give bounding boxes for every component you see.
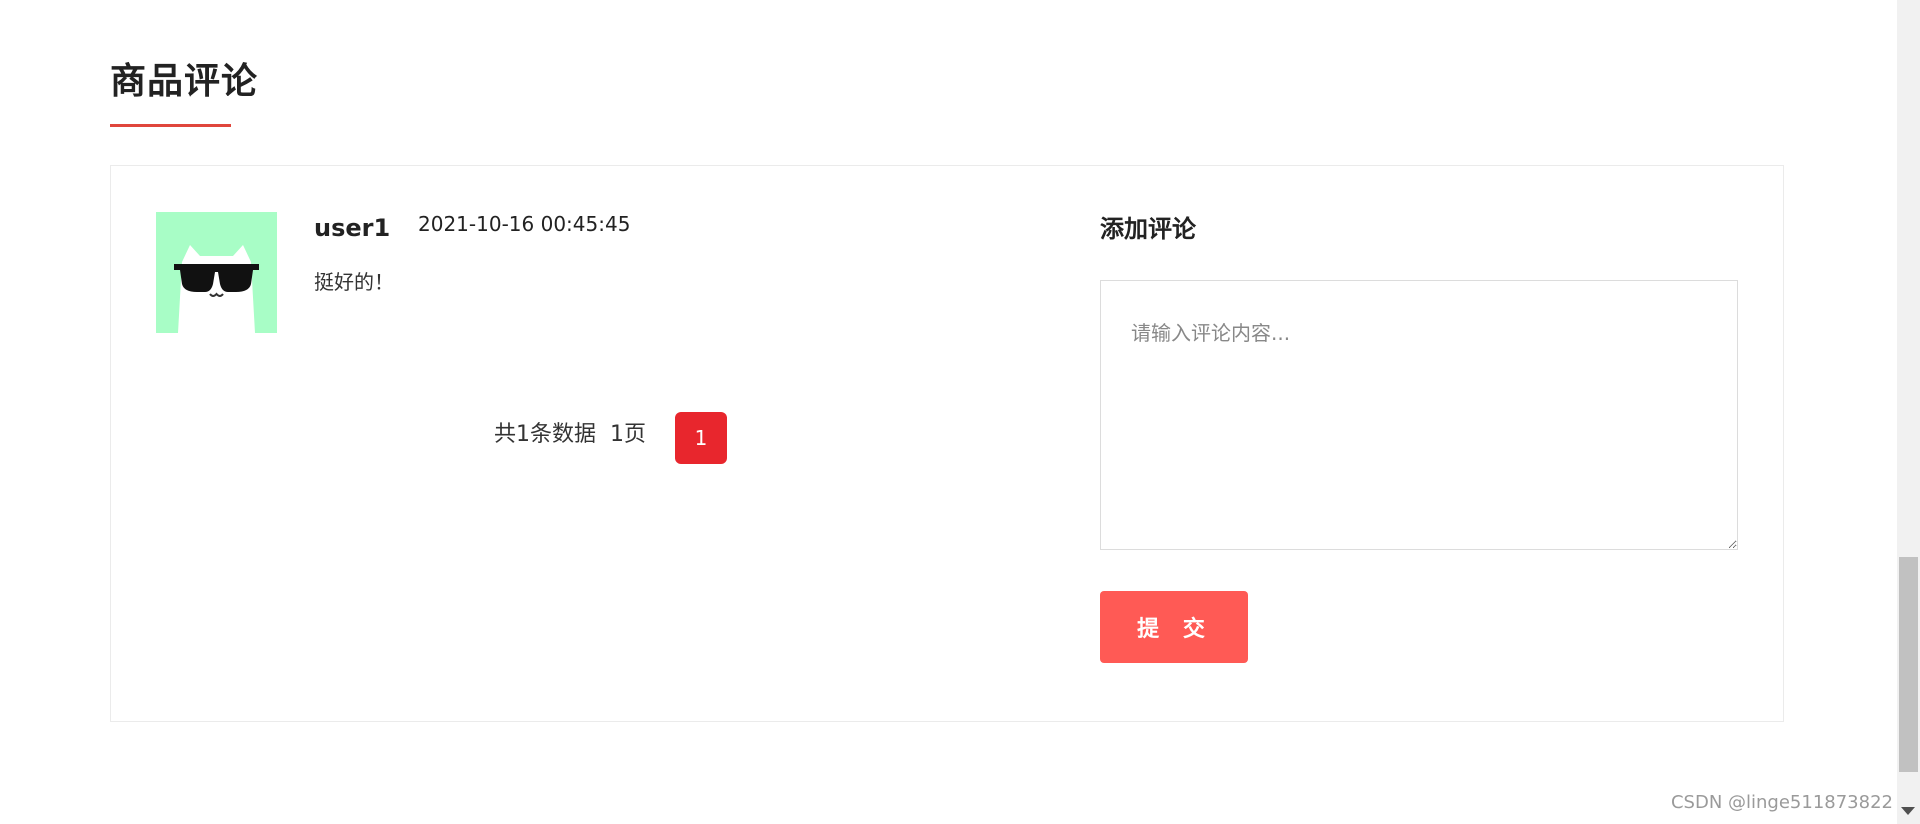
pagination-total: 共1条数据 [494,422,596,447]
scrollbar-thumb[interactable] [1899,557,1918,772]
comment-username: user1 [314,214,391,242]
scroll-down-arrow-icon[interactable] [1901,807,1915,815]
submit-button[interactable]: 提 交 [1100,591,1248,663]
pagination-info: 共1条数据 1页 [494,420,646,450]
title-underline [110,124,231,127]
watermark: CSDN @linge511873822 [1670,792,1893,813]
comment-timestamp: 2021-10-16 00:45:45 [418,212,631,236]
add-comment-title: 添加评论 [1100,215,1196,243]
cat-sunglasses-icon [156,212,277,333]
page-button-current[interactable]: 1 [675,412,727,464]
avatar [156,212,277,333]
page-title: 商品评论 [110,61,259,102]
comment-input[interactable] [1100,280,1738,550]
pagination-pages: 1页 [610,422,646,447]
comment-text: 挺好的！ [314,270,394,294]
product-comments-page: 商品评论 user1 2021-10-16 00:45:45 挺好的！ 共1条数… [0,0,1920,824]
